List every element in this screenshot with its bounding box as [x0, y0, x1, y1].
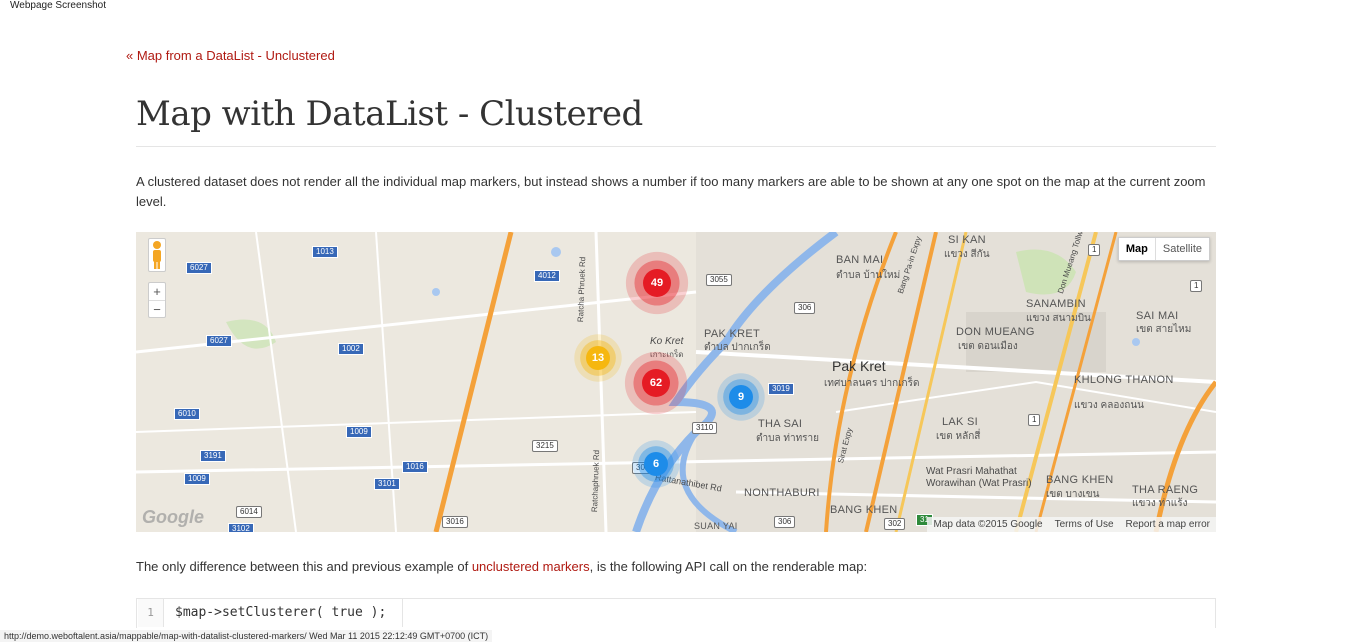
label-suan-yai: SUAN YAI	[694, 521, 738, 531]
road-shield: 6027	[186, 262, 212, 274]
label-tha-raeng-th: แขวง ท่าแร้ง	[1132, 498, 1188, 509]
label-sai-mai: SAI MAI	[1136, 310, 1179, 322]
marker-cluster-6[interactable]: 6	[644, 452, 668, 476]
intro-paragraph: A clustered dataset does not render all …	[136, 174, 1206, 209]
label-khlong-thanon-th: แขวง คลองถนน	[1074, 400, 1144, 411]
google-logo: Google	[142, 507, 204, 527]
label-khlong-thanon: KHLONG THANON	[1074, 374, 1174, 386]
zoom-control: + −	[148, 282, 166, 318]
road-shield: 6010	[174, 408, 200, 420]
road-shield: 6027	[206, 335, 232, 347]
label-tha-sai: THA SAI	[758, 418, 803, 430]
zoom-in-button[interactable]: +	[149, 283, 165, 300]
label-pak-kret: Pak Kret	[832, 358, 886, 374]
label-bang-khen-east: BANG KHEN	[1046, 474, 1114, 486]
label-ban-mai: BAN MAI	[836, 254, 884, 266]
zoom-out-button[interactable]: −	[149, 300, 165, 317]
map-type-map-button[interactable]: Map	[1119, 238, 1156, 260]
label-wat-prasri: Wat Prasri Mahathat Worawihan (Wat Prasr…	[926, 466, 1032, 489]
difference-paragraph: The only difference between this and pre…	[136, 559, 867, 574]
cluster-count: 6	[652, 458, 660, 470]
road-shield: 1009	[346, 426, 372, 438]
map-type-satellite-button[interactable]: Satellite	[1156, 238, 1209, 260]
road-shield: 1	[1190, 280, 1203, 292]
cluster-count: 9	[737, 391, 745, 403]
label-pak-kret-caps: PAK KRET	[704, 328, 760, 340]
marker-cluster-49[interactable]: 49	[643, 269, 671, 297]
label-si-kan-th: แขวง สีกัน	[944, 249, 990, 260]
cluster-count: 62	[649, 377, 663, 389]
map-attribution: Map data ©2015 Google Terms of Use Repor…	[927, 517, 1216, 532]
road-shield: 3101	[374, 478, 400, 490]
label-ban-mai-th: ตำบล บ้านใหม่	[836, 270, 901, 281]
code-line-number: 1	[138, 599, 164, 627]
status-bar: http://demo.weboftalent.asia/mappable/ma…	[0, 630, 493, 642]
code-line: $map->setClusterer( true );	[165, 599, 404, 627]
road-shield: 3110	[692, 422, 718, 434]
label-lak-si-th: เขต หลักสี่	[936, 431, 981, 442]
road-shield: 3102	[228, 523, 254, 532]
label-ko-kret: Ko Kret	[650, 336, 684, 347]
label-sai-mai-th: เขต สายไหม	[1136, 324, 1192, 335]
marker-cluster-62[interactable]: 62	[642, 369, 670, 397]
label-tha-sai-th: ตำบล ท่าทราย	[756, 433, 820, 444]
label-tha-raeng: THA RAENG	[1132, 484, 1199, 496]
label-don-mueang: DON MUEANG	[956, 326, 1035, 338]
difference-text-before: The only difference between this and pre…	[136, 559, 472, 574]
difference-text-after: , is the following API call on the rende…	[589, 559, 868, 574]
cluster-count: 13	[591, 352, 605, 364]
label-sanambin-th: แขวง สนามบิน	[1026, 313, 1091, 324]
road-shield: 3055	[706, 274, 732, 286]
label-bang-khen: BANG KHEN	[830, 504, 898, 516]
road-shield: 306	[794, 302, 816, 314]
label-bang-khen-east-th: เขต บางเขน	[1046, 489, 1100, 500]
label-nonthaburi: NONTHABURI	[744, 487, 820, 499]
code-block: 1 $map->setClusterer( true );	[136, 598, 1216, 628]
map-canvas[interactable]: BAN MAI ตำบล บ้านใหม่ SI KAN แขวง สีกัน …	[136, 232, 1216, 532]
road-shield: 3215	[532, 440, 558, 452]
label-pak-kret-th: เทศบาลนคร ปากเกร็ด	[824, 378, 920, 389]
unclustered-markers-link[interactable]: unclustered markers	[472, 559, 590, 574]
label-pak-kret-caps-th: ตำบล ปากเกร็ด	[704, 342, 771, 353]
road-shield: 302	[884, 518, 906, 530]
road-shield: 3016	[442, 516, 468, 528]
road-shield: 3019	[768, 383, 794, 395]
back-link[interactable]: « Map from a DataList - Unclustered	[126, 48, 335, 63]
road-shield: 3191	[200, 450, 226, 462]
road-shield: 1002	[338, 343, 364, 355]
road-shield: 1009	[184, 473, 210, 485]
cluster-count: 49	[650, 277, 664, 289]
road-shield: 1016	[402, 461, 428, 473]
road-shield: 6014	[236, 506, 262, 518]
road-shield: 1013	[312, 246, 338, 258]
label-sanambin: SANAMBIN	[1026, 298, 1086, 310]
road-shield: 4012	[534, 270, 560, 282]
road-shield: 1	[1028, 414, 1041, 426]
page-title: Map with DataList - Clustered	[136, 94, 643, 134]
street-view-pegman-icon[interactable]	[148, 238, 166, 272]
report-map-error-link[interactable]: Report a map error	[1126, 519, 1210, 530]
label-lak-si: LAK SI	[942, 416, 979, 428]
marker-cluster-13[interactable]: 13	[586, 346, 610, 370]
marker-cluster-9[interactable]: 9	[729, 385, 753, 409]
title-divider	[136, 146, 1216, 147]
label-don-mueang-th: เขต ดอนเมือง	[958, 341, 1018, 352]
road-shield: 1	[1088, 244, 1101, 256]
map-type-control: Map Satellite	[1117, 237, 1210, 261]
label-si-kan: SI KAN	[948, 234, 986, 246]
label-ko-kret-th: เกาะเกร็ด	[650, 350, 684, 359]
road-shield: 306	[774, 516, 796, 528]
terms-of-use-link[interactable]: Terms of Use	[1055, 519, 1114, 530]
map-data-credit: Map data ©2015 Google	[933, 519, 1043, 530]
screenshot-title: Webpage Screenshot	[10, 0, 106, 11]
